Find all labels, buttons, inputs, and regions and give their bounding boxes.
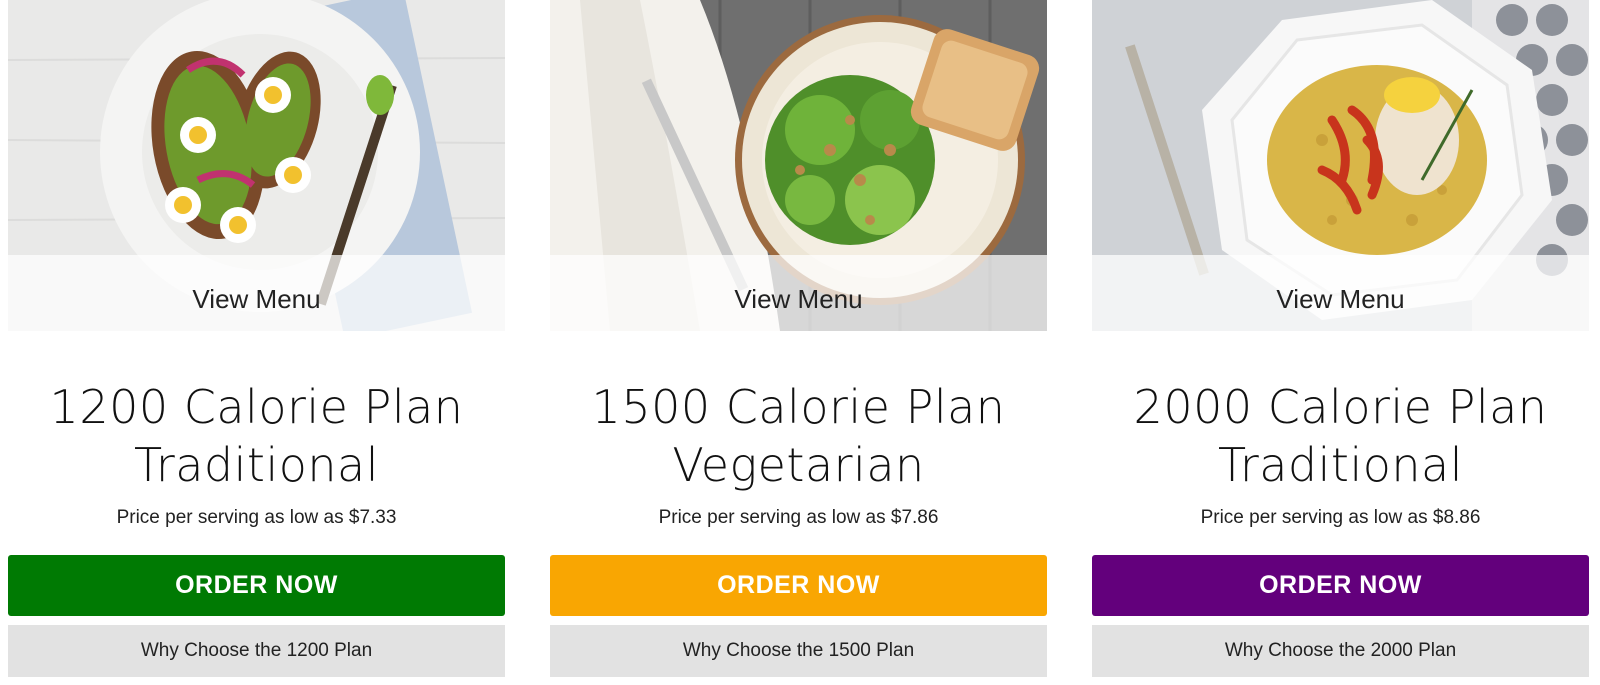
plan-title: 1200 Calorie Plan Traditional: [8, 378, 505, 494]
order-now-button[interactable]: ORDER NOW: [1092, 555, 1589, 616]
plan-card-1500: View Menu 1500 Calorie Plan Vegetarian P…: [550, 0, 1047, 685]
salad-photo[interactable]: View Menu: [550, 0, 1047, 331]
view-menu-button[interactable]: View Menu: [8, 255, 505, 331]
chicken-rice-photo[interactable]: View Menu: [1092, 0, 1589, 331]
plan-card-2000: View Menu 2000 Calorie Plan Traditional …: [1092, 0, 1589, 685]
avocado-toast-photo[interactable]: View Menu: [8, 0, 505, 331]
why-choose-button[interactable]: Why Choose the 1200 Plan: [8, 625, 505, 677]
order-now-button[interactable]: ORDER NOW: [550, 555, 1047, 616]
why-choose-button[interactable]: Why Choose the 2000 Plan: [1092, 625, 1589, 677]
plan-title-line2: Traditional: [1217, 438, 1463, 492]
view-menu-button[interactable]: View Menu: [550, 255, 1047, 331]
price-per-serving: Price per serving as low as $7.86: [658, 507, 939, 528]
plan-title: 2000 Calorie Plan Traditional: [1092, 378, 1589, 494]
plan-title-line2: Traditional: [133, 438, 379, 492]
price-per-serving: Price per serving as low as $7.33: [116, 507, 397, 528]
plan-title: 1500 Calorie Plan Vegetarian: [550, 378, 1047, 494]
order-now-button[interactable]: ORDER NOW: [8, 555, 505, 616]
plan-title-line1: 1200 Calorie Plan: [49, 380, 464, 434]
price-per-serving: Price per serving as low as $8.86: [1200, 507, 1481, 528]
plan-title-line1: 2000 Calorie Plan: [1133, 380, 1548, 434]
view-menu-button[interactable]: View Menu: [1092, 255, 1589, 331]
plan-title-line1: 1500 Calorie Plan: [591, 380, 1006, 434]
why-choose-button[interactable]: Why Choose the 1500 Plan: [550, 625, 1047, 677]
plan-title-line2: Vegetarian: [672, 438, 925, 492]
plan-card-1200: View Menu 1200 Calorie Plan Traditional …: [8, 0, 505, 685]
